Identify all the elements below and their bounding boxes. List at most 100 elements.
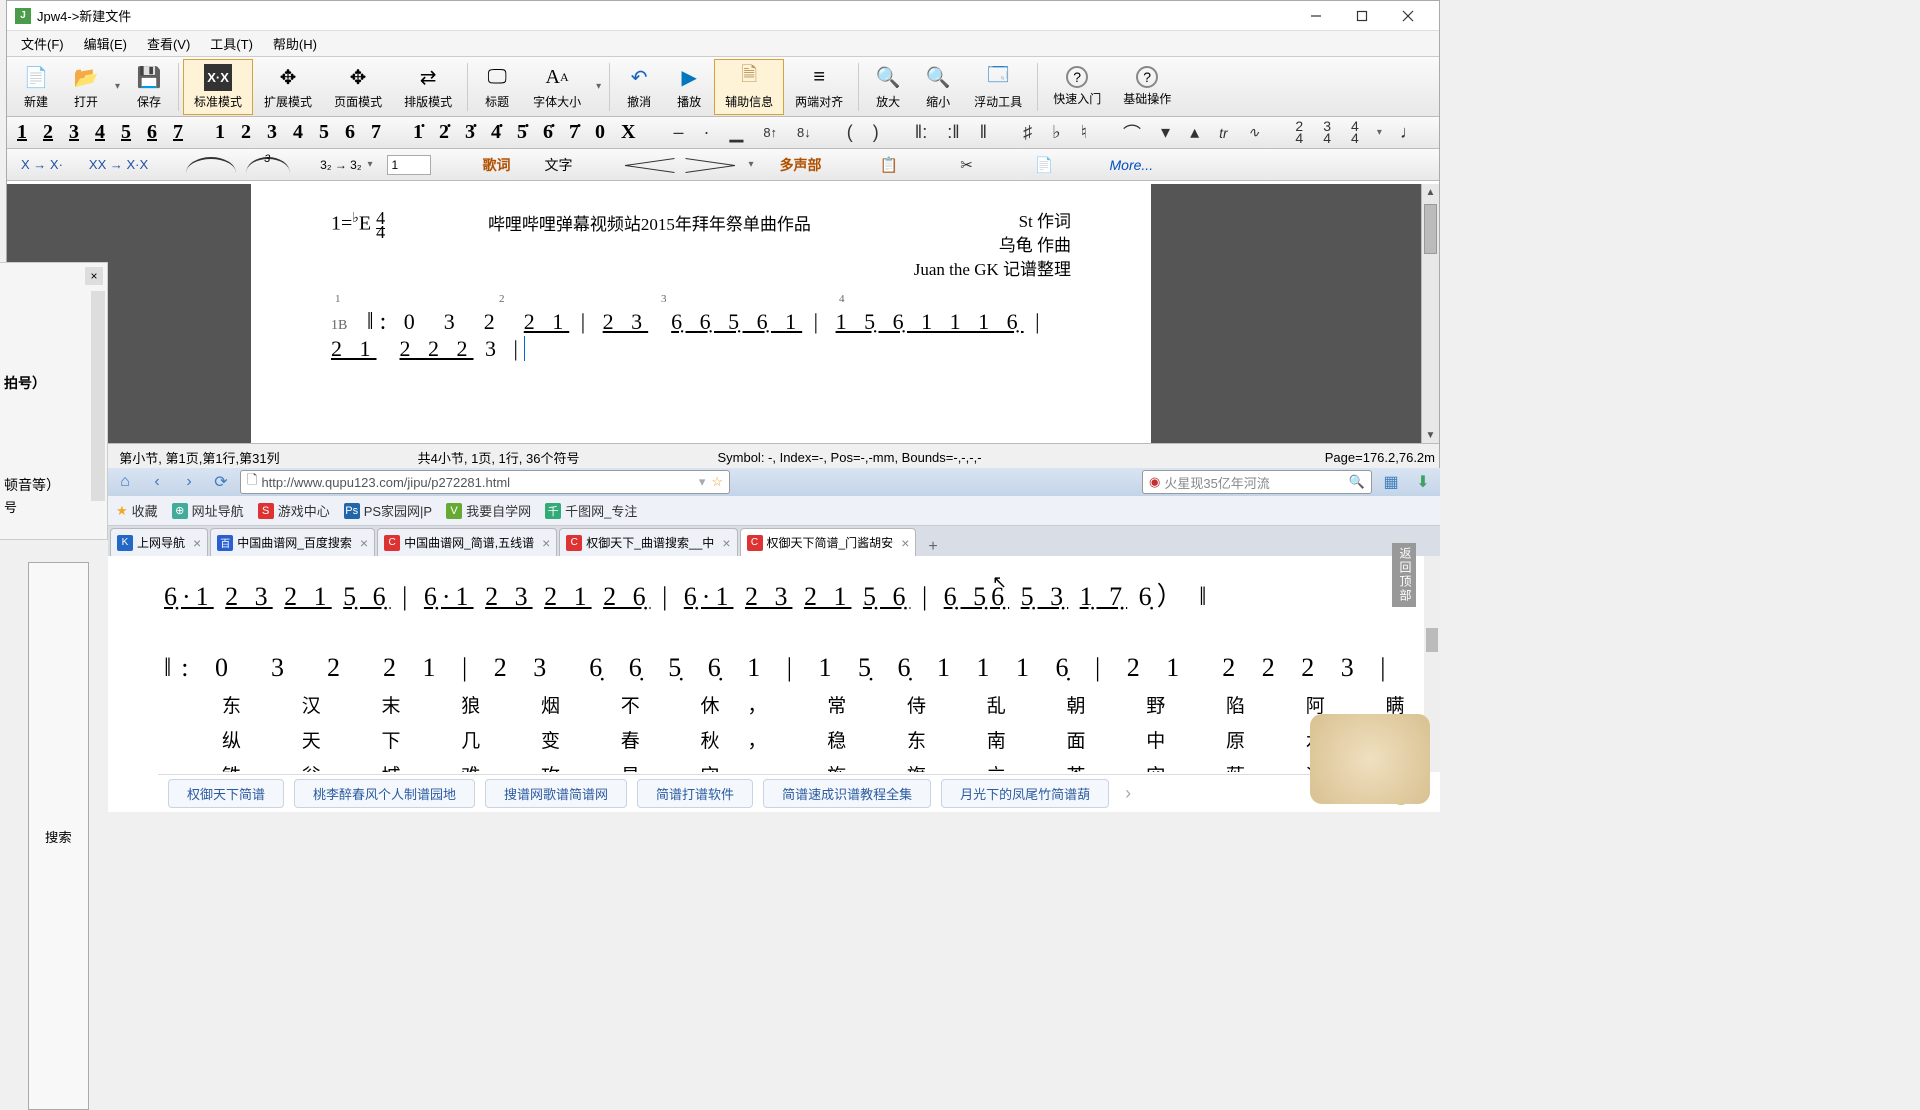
paren-open-btn[interactable]: ( [841,122,859,143]
sharp-btn[interactable]: ♯ [1017,122,1038,143]
bm-self[interactable]: V我要自学网 [446,501,531,520]
new-button[interactable]: 📄新建 [11,59,61,115]
tab-close[interactable]: × [542,535,550,551]
xx-dot-btn[interactable]: X → X· [13,157,71,172]
tab-0[interactable]: K上网导航× [110,528,208,556]
paren-close-btn[interactable]: ) [867,122,885,143]
text-btn[interactable]: 文字 [533,153,585,177]
basic-op-button[interactable]: ?基础操作 [1112,59,1182,115]
octave-down-btn[interactable]: 8↓ [791,125,817,140]
aux-info-button[interactable]: 🗎辅助信息 [714,59,784,115]
tab-close[interactable]: × [722,535,730,551]
page-mode-button[interactable]: ✥页面模式 [323,59,393,115]
back-to-top-btn[interactable]: 返回顶部 [1392,543,1416,607]
underline-btn[interactable]: ▁ [723,122,749,143]
search-icon[interactable]: 🔍 [1349,474,1365,490]
tab-close[interactable]: × [193,535,201,551]
font-dropdown[interactable]: ▾ [592,81,605,92]
note-3[interactable]: 3 [263,121,281,144]
float-tool-button[interactable]: 🗔浮动工具 [963,59,1033,115]
note-hi-1[interactable]: 1̇ [409,121,427,144]
title-button[interactable]: 🖵标题 [472,59,522,115]
copy-btn[interactable]: 📋 [874,156,905,174]
note-x[interactable]: X [617,121,639,144]
repeat-end-btn[interactable]: :‖ [941,122,965,143]
zoom-out-button[interactable]: 🔍缩小 [913,59,963,115]
multipart-btn[interactable]: 多声部 [768,153,834,177]
ts-24-btn[interactable]: 24 [1289,121,1309,143]
menu-help[interactable]: 帮助(H) [263,32,327,55]
tab-1[interactable]: 百中国曲谱网_百度搜索× [210,528,375,556]
tab-close[interactable]: × [901,535,909,551]
note-hi-7[interactable]: 7̇ [565,121,583,144]
trill-btn[interactable]: tr [1213,125,1234,141]
note-low-2[interactable]: 2 [39,121,57,144]
xx-dotx-btn[interactable]: XX → X·X [81,157,156,172]
note-hi-5[interactable]: 5̇ [513,121,531,144]
open-button[interactable]: 📂打开 [61,59,111,115]
side-search-btn[interactable]: 搜索 [28,562,89,1110]
desktop-pet[interactable] [1310,714,1430,804]
lyrics-btn[interactable]: 歌词 [471,153,523,177]
note-hi-4[interactable]: 4̇ [487,121,505,144]
layout-mode-button[interactable]: ⇄排版模式 [393,59,463,115]
bm-ps[interactable]: PsPS家园网|P [344,501,432,520]
note-low-4[interactable]: 4 [91,121,109,144]
ts-44-btn[interactable]: 44 [1345,121,1365,143]
note-low-6[interactable]: 6 [143,121,161,144]
dyn-dropdown[interactable]: ▾ [745,159,758,170]
note-0[interactable]: 0 [591,121,609,144]
tab-2[interactable]: C中国曲谱网_简谱,五线谱× [377,528,557,556]
crescendo-btn[interactable] [625,157,675,173]
tuplet-spin[interactable]: 3₂ → 3₂▾ [320,158,376,172]
browser-content[interactable]: 6̣·1 2 3 2 1 5̣ 6̣ | 6̣·1 2 3 2 1 2 6̣ |… [158,556,1422,772]
forward-icon[interactable]: › [176,469,202,495]
fermata-btn[interactable]: ▴ [1184,122,1205,143]
natural-btn[interactable]: ♮ [1075,122,1093,143]
suggest-5[interactable]: 月光下的凤尾竹简谱葫 [941,779,1109,808]
score-line-1[interactable]: 1 2 3 4 1B ‖: 0 3 2 2 1 | 2 3 6̣ 6̣ 5̣ 6… [331,309,1071,362]
star-icon[interactable]: ☆ [711,474,723,490]
bm-qian[interactable]: 千千图网_专注 [545,501,637,520]
note-low-7[interactable]: 7 [169,121,187,144]
cut-btn[interactable]: ✂ [954,156,979,174]
suggest-4[interactable]: 简谱速成识谱教程全集 [763,779,931,808]
note-low-1[interactable]: 1 [13,121,31,144]
suggest-0[interactable]: 权御天下简谱 [168,779,284,808]
maximize-button[interactable] [1339,2,1385,30]
note-6[interactable]: 6 [341,121,359,144]
save-button[interactable]: 💾保存 [124,59,174,115]
url-dropdown-icon[interactable]: ▾ [699,474,706,490]
ts-dropdown[interactable]: ▾ [1373,127,1386,138]
note-5[interactable]: 5 [315,121,333,144]
note-2[interactable]: 2 [237,121,255,144]
menu-tools[interactable]: 工具(T) [200,32,263,55]
slur-short-btn[interactable]: 3 [246,157,290,173]
minimize-button[interactable] [1293,2,1339,30]
browser-search[interactable]: ◉ 火星现35亿年河流 🔍 [1142,470,1372,494]
side-close-btn[interactable]: × [85,267,103,285]
quick-start-button[interactable]: ?快速入门 [1042,59,1112,115]
tab-3[interactable]: C权御天下_曲谱搜索__中× [559,528,737,556]
font-size-button[interactable]: AA字体大小 [522,59,592,115]
scroll-thumb[interactable] [1424,204,1437,254]
back-icon[interactable]: ‹ [144,469,170,495]
align-button[interactable]: ≡两端对齐 [784,59,854,115]
dot-btn[interactable]: · [697,122,715,143]
zoom-in-button[interactable]: 🔍放大 [863,59,913,115]
open-dropdown[interactable]: ▾ [111,81,124,92]
note-hi-3[interactable]: 3̇ [461,121,479,144]
bm-game[interactable]: S游戏中心 [258,501,330,520]
note-4[interactable]: 4 [289,121,307,144]
value-field[interactable] [387,155,431,175]
suggest-next[interactable]: › [1119,783,1137,804]
menu-edit[interactable]: 编辑(E) [74,32,137,55]
new-tab-btn[interactable]: + [918,538,947,556]
tie-btn[interactable]: ⌒ [1117,120,1147,146]
accent-btn[interactable]: ▾ [1155,122,1176,143]
suggest-1[interactable]: 桃李醉春风个人制谱园地 [294,779,475,808]
search-engine-icon[interactable]: ◉ [1149,474,1160,490]
menu-view[interactable]: 查看(V) [137,32,200,55]
menu-file[interactable]: 文件(F) [11,32,74,55]
suggest-2[interactable]: 搜谱网歌谱简谱网 [485,779,627,808]
